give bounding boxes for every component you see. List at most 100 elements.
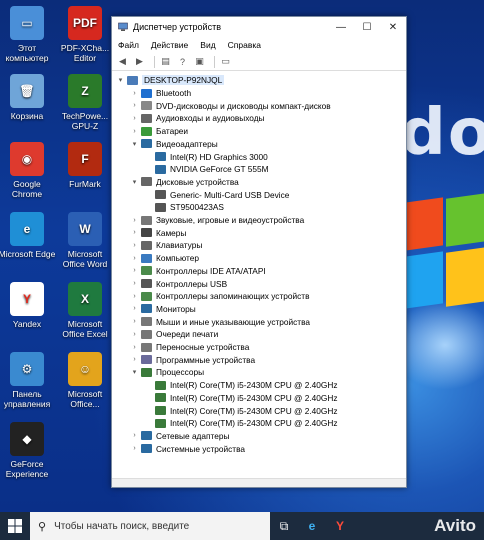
tree-category[interactable]: › DVD-дисководы и дисководы компакт-диско… — [130, 99, 330, 112]
forward-icon[interactable]: ▶ — [133, 55, 146, 68]
desktop-shortcut[interactable]: Y Yandex — [0, 282, 56, 329]
desktop-shortcut[interactable]: F FurMark — [56, 142, 114, 189]
tree-category[interactable]: › Контроллеры USB — [130, 277, 227, 290]
collapse-arrow-icon[interactable]: › — [130, 217, 139, 224]
scan-hardware-icon[interactable]: ▭ — [219, 55, 232, 68]
tree-category[interactable]: › Клавиатуры — [130, 239, 202, 252]
tree-category[interactable]: › Батареи — [130, 125, 188, 138]
tree-device[interactable]: Intel(R) Core(TM) i5-2430M CPU @ 2.40GHz — [144, 392, 338, 405]
processor-icon — [155, 418, 166, 428]
software-device-icon — [141, 355, 152, 365]
collapse-arrow-icon[interactable]: › — [130, 128, 139, 135]
start-button[interactable] — [0, 512, 30, 540]
desktop-shortcut[interactable]: ☺ Microsoft Office... — [56, 352, 114, 409]
desktop-shortcut[interactable]: e Microsoft Edge — [0, 212, 56, 259]
collapse-arrow-icon[interactable]: › — [130, 331, 139, 338]
tree-device[interactable]: ST9500423AS — [144, 201, 224, 214]
windows-logo-red-pane — [405, 197, 443, 251]
expand-arrow-icon[interactable]: ▾ — [130, 140, 139, 148]
collapse-arrow-icon[interactable]: › — [130, 344, 139, 351]
minimize-button[interactable]: — — [328, 17, 354, 37]
desktop-shortcut[interactable]: 🗑 Корзина — [0, 74, 56, 121]
desktop-shortcut-label: FurMark — [69, 179, 101, 189]
desktop-shortcut[interactable]: W Microsoft Office Word — [56, 212, 114, 269]
tree-device[interactable]: Intel(R) HD Graphics 3000 — [144, 150, 268, 163]
maximize-button[interactable]: ☐ — [354, 17, 380, 37]
computer-icon — [141, 253, 152, 263]
tree-category[interactable]: › Программные устройства — [130, 353, 255, 366]
collapse-arrow-icon[interactable]: › — [130, 305, 139, 312]
tree-device[interactable]: Intel(R) Core(TM) i5-2430M CPU @ 2.40GHz — [144, 404, 338, 417]
word-icon: W — [68, 212, 102, 246]
desktop-shortcut[interactable]: ▭ Этот компьютер — [0, 6, 56, 63]
collapse-arrow-icon[interactable]: › — [130, 267, 139, 274]
collapse-arrow-icon[interactable]: › — [130, 356, 139, 363]
desktop-shortcut-label: Yandex — [12, 319, 42, 329]
tree-category[interactable]: › Мониторы — [130, 303, 195, 316]
tree-device[interactable]: Intel(R) Core(TM) i5-2430M CPU @ 2.40GHz — [144, 379, 338, 392]
menu-file[interactable]: Файл — [118, 40, 139, 50]
desktop-shortcut[interactable]: ◆ GeForce Experience — [0, 422, 56, 479]
tree-category[interactable]: ▾ Видеоадаптеры — [130, 138, 218, 151]
collapse-arrow-icon[interactable]: › — [130, 280, 139, 287]
tree-category[interactable]: › Аудиовходы и аудиовыходы — [130, 112, 264, 125]
tree-category[interactable]: ▾ Дисковые устройства — [130, 176, 239, 189]
tree-category[interactable]: › Сетевые адаптеры — [130, 430, 229, 443]
tree-device[interactable]: Generic- Multi-Card USB Device — [144, 188, 289, 201]
menu-help[interactable]: Справка — [228, 40, 261, 50]
collapse-arrow-icon[interactable]: › — [130, 229, 139, 236]
desktop-shortcut[interactable]: PDF PDF-XCha... Editor — [56, 6, 114, 63]
menu-action[interactable]: Действие — [151, 40, 188, 50]
taskbar-yandex-icon[interactable]: Y — [326, 512, 354, 540]
tree-item-label: Generic- Multi-Card USB Device — [170, 189, 290, 200]
taskbar-edge-icon[interactable]: e — [298, 512, 326, 540]
collapse-arrow-icon[interactable]: › — [130, 242, 139, 249]
disk-drive-icon — [141, 177, 152, 187]
menu-view[interactable]: Вид — [200, 40, 215, 50]
expand-arrow-icon[interactable]: ▾ — [116, 76, 125, 84]
control-panel-icon: ⚙ — [10, 352, 44, 386]
gpu-z-icon: Z — [68, 74, 102, 108]
collapse-arrow-icon[interactable]: › — [130, 102, 139, 109]
tree-category[interactable]: ▾ Процессоры — [130, 366, 204, 379]
tree-root[interactable]: ▾ DESKTOP-P92NJQL — [116, 74, 225, 87]
task-view-icon[interactable]: ⧉ — [270, 512, 298, 540]
tree-device[interactable]: Intel(R) Core(TM) i5-2430M CPU @ 2.40GHz — [144, 417, 338, 430]
tree-category[interactable]: › Камеры — [130, 226, 186, 239]
tree-item-label: ST9500423AS — [170, 202, 224, 213]
tree-category[interactable]: › Bluetooth — [130, 87, 191, 100]
expand-arrow-icon[interactable]: ▾ — [130, 368, 139, 376]
outlook-icon: ☺ — [68, 352, 102, 386]
tree-category[interactable]: › Звуковые, игровые и видеоустройства — [130, 214, 304, 227]
collapse-arrow-icon[interactable]: › — [130, 90, 139, 97]
properties-icon[interactable]: ▤ — [159, 55, 172, 68]
desktop-shortcut[interactable]: Z TechPowe... GPU-Z — [56, 74, 114, 131]
desktop-shortcut[interactable]: ⚙ Панель управления — [0, 352, 56, 409]
tree-category[interactable]: › Компьютер — [130, 252, 199, 265]
windows-start-icon — [8, 519, 22, 533]
pdf-xchange-icon: PDF — [68, 6, 102, 40]
show-hidden-icon[interactable]: ▣ — [193, 55, 206, 68]
tree-category[interactable]: › Контроллеры запоминающих устройств — [130, 290, 309, 303]
tree-category[interactable]: › Мыши и иные указывающие устройства — [130, 315, 310, 328]
collapse-arrow-icon[interactable]: › — [130, 255, 139, 262]
collapse-arrow-icon[interactable]: › — [130, 432, 139, 439]
tree-device[interactable]: NVIDIA GeForce GT 555M — [144, 163, 269, 176]
help-icon[interactable]: ? — [176, 55, 189, 68]
tree-category[interactable]: › Контроллеры IDE ATA/ATAPI — [130, 265, 265, 278]
title-bar[interactable]: Диспетчер устройств — ☐ ✕ — [112, 17, 406, 37]
desktop-shortcut[interactable]: X Microsoft Office Excel — [56, 282, 114, 339]
tree-category[interactable]: › Системные устройства — [130, 442, 245, 455]
collapse-arrow-icon[interactable]: › — [130, 293, 139, 300]
desktop-shortcut[interactable]: ◉ Google Chrome — [0, 142, 56, 199]
collapse-arrow-icon[interactable]: › — [130, 318, 139, 325]
excel-icon: X — [68, 282, 102, 316]
expand-arrow-icon[interactable]: ▾ — [130, 178, 139, 186]
taskbar-search-box[interactable]: ⚲ Чтобы начать поиск, введите — [30, 512, 270, 540]
close-button[interactable]: ✕ — [380, 17, 406, 37]
collapse-arrow-icon[interactable]: › — [130, 445, 139, 452]
collapse-arrow-icon[interactable]: › — [130, 115, 139, 122]
tree-category[interactable]: › Переносные устройства — [130, 341, 249, 354]
tree-category[interactable]: › Очереди печати — [130, 328, 218, 341]
back-icon[interactable]: ◀ — [116, 55, 129, 68]
